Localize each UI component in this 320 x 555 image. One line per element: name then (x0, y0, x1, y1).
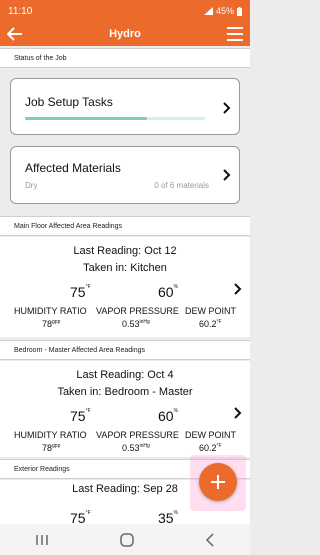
humidity-value: 60% (158, 408, 179, 424)
humidity-value: 60% (158, 284, 179, 300)
taken-in-location: Taken in: Kitchen (83, 262, 167, 274)
last-reading-date: Last Reading: Oct 12 (73, 245, 177, 257)
reading-card-main-floor[interactable]: Last Reading: Oct 12 Taken in: Kitchen 7… (0, 237, 250, 337)
job-setup-progress-fill (25, 117, 148, 120)
temperature-value: 75°F (70, 510, 91, 524)
dew-point-label: DEW POINT (185, 306, 236, 316)
plus-icon (211, 475, 225, 489)
job-setup-title: Job Setup Tasks (25, 95, 113, 109)
chevron-right-icon (234, 283, 242, 295)
status-icons: 45% (203, 6, 242, 16)
menu-button[interactable] (220, 22, 250, 46)
reading-card-bedroom-master[interactable]: Last Reading: Oct 4 Taken in: Bedroom - … (0, 361, 250, 457)
add-button[interactable] (199, 463, 237, 501)
humidity-ratio-value: 78gpp (42, 319, 61, 329)
affected-materials-card[interactable]: Affected Materials Dry 0 of 6 materials (10, 146, 240, 204)
back-button[interactable] (0, 22, 30, 46)
system-nav-bar (0, 524, 250, 555)
chevron-right-icon (223, 102, 231, 114)
home-icon[interactable] (120, 532, 134, 547)
status-bar: 11:10 45% (0, 0, 250, 22)
vapor-pressure-value: 0.53inHg (122, 443, 150, 453)
dew-point-value: 60.2°F (199, 443, 222, 453)
status-section-header: Status of the Job (0, 48, 250, 68)
vapor-pressure-value: 0.53inHg (122, 319, 150, 329)
materials-status: Dry (25, 181, 38, 190)
vapor-pressure-label: VAPOR PRESSURE (96, 430, 179, 440)
page-title: Hydro (109, 28, 141, 40)
job-setup-progress (25, 117, 205, 120)
recent-apps-icon[interactable] (35, 534, 49, 546)
hamburger-menu-icon (227, 27, 243, 41)
back-arrow-icon (7, 27, 22, 41)
affected-materials-title: Affected Materials (25, 161, 121, 175)
reading-section-header: Main Floor Affected Area Readings (0, 216, 250, 236)
humidity-ratio-label: HUMIDITY RATIO (14, 430, 87, 440)
taken-in-location: Taken in: Bedroom - Master (57, 386, 193, 398)
humidity-ratio-label: HUMIDITY RATIO (14, 306, 87, 316)
last-reading-date: Last Reading: Oct 4 (76, 369, 174, 381)
clock: 11:10 (8, 5, 33, 17)
materials-count: 0 of 6 materials (154, 181, 209, 190)
humidity-value: 35% (158, 510, 179, 524)
humidity-ratio-value: 78gpp (42, 443, 61, 453)
chevron-right-icon (234, 407, 242, 419)
back-nav-icon[interactable] (205, 532, 215, 547)
vapor-pressure-label: VAPOR PRESSURE (96, 306, 179, 316)
battery-level: 45% (215, 6, 234, 16)
dew-point-value: 60.2°F (199, 319, 222, 329)
temperature-value: 75°F (70, 284, 91, 300)
signal-icon (203, 7, 213, 15)
dew-point-label: DEW POINT (185, 430, 236, 440)
chevron-right-icon (223, 169, 231, 181)
reading-section-header: Bedroom - Master Affected Area Readings (0, 340, 250, 360)
battery-icon (237, 6, 242, 16)
job-setup-card[interactable]: Job Setup Tasks (10, 78, 240, 135)
app-bar: Hydro (0, 22, 250, 46)
temperature-value: 75°F (70, 408, 91, 424)
